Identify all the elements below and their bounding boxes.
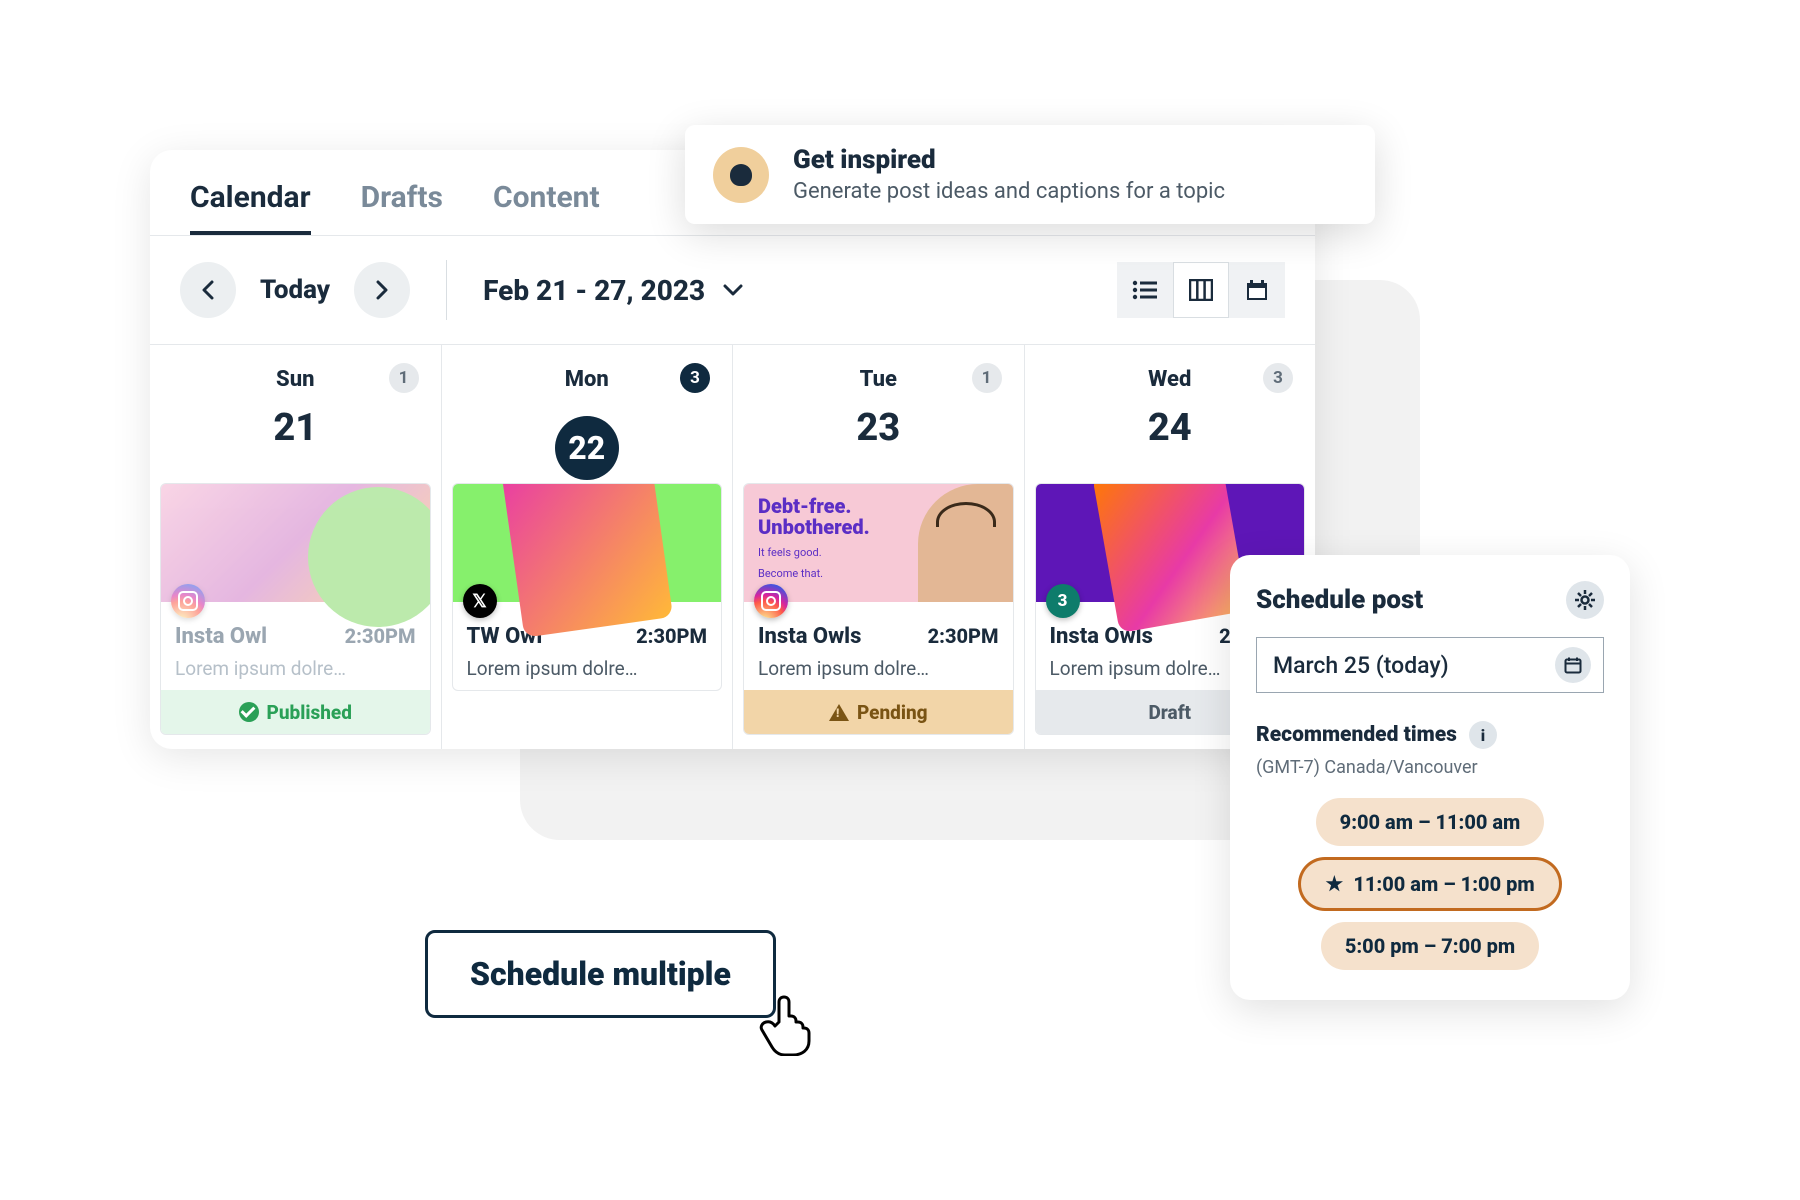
status-label: Published: [267, 701, 352, 724]
view-list-button[interactable]: [1117, 262, 1173, 318]
next-week-button[interactable]: [354, 262, 410, 318]
list-icon: [1132, 280, 1158, 300]
calendar-toolbar: Today Feb 21 - 27, 2023: [150, 235, 1315, 345]
day-header: 1 Sun 21: [150, 345, 441, 475]
status-badge: Pending: [744, 690, 1013, 734]
schedule-post-panel: Schedule post March 25 (today): [1230, 555, 1630, 1000]
view-month-button[interactable]: [1229, 262, 1285, 318]
date-picker-field[interactable]: March 25 (today): [1256, 637, 1604, 693]
tab-calendar[interactable]: Calendar: [190, 180, 311, 235]
post-thumbnail: 𝕏: [453, 484, 722, 602]
day-header: 1 Tue 23: [733, 345, 1024, 475]
schedule-panel-title: Schedule post: [1256, 585, 1423, 615]
day-post-count: 1: [972, 363, 1002, 393]
day-post-count: 3: [1263, 363, 1293, 393]
calendar-icon: [1245, 278, 1269, 302]
get-inspired-subtitle: Generate post ideas and captions for a t…: [793, 179, 1225, 204]
post-excerpt: Lorem ipsum dolre…: [175, 657, 416, 680]
day-number-today: 22: [555, 416, 619, 480]
tab-drafts[interactable]: Drafts: [361, 180, 443, 235]
status-badge: Published: [161, 690, 430, 734]
calendar-panel: Calendar Drafts Content Today Feb 21 - 2…: [150, 150, 1315, 749]
date-value: March 25 (today): [1273, 652, 1449, 679]
day-col-tue: 1 Tue 23 Debt-free. Unbothered. It feels…: [733, 345, 1025, 749]
post-time: 2:30PM: [345, 624, 416, 648]
calendar-icon: [1555, 647, 1591, 683]
chevron-down-icon: [723, 283, 743, 297]
time-slot[interactable]: 5:00 pm – 7:00 pm: [1321, 922, 1539, 970]
time-slot[interactable]: 9:00 am – 11:00 am: [1316, 798, 1545, 846]
date-range-picker[interactable]: Feb 21 - 27, 2023: [483, 274, 743, 307]
day-header: 3 Wed 24: [1025, 345, 1316, 475]
info-button[interactable]: i: [1469, 721, 1497, 749]
view-toggle: [1117, 262, 1285, 318]
day-number: 21: [150, 406, 441, 450]
week-columns: 1 Sun 21 Insta Owl 2:30PM Lorem ipsum do…: [150, 345, 1315, 749]
today-button[interactable]: Today: [260, 275, 330, 305]
day-col-mon: 3 Mon 22 𝕏 TW Owl 2:30PM Lorem ipsum dol…: [442, 345, 734, 749]
post-time: 2:30PM: [928, 624, 999, 648]
instagram-icon: [754, 584, 788, 618]
status-label: Pending: [857, 701, 928, 724]
thumb-subline: Become that.: [758, 567, 870, 580]
day-number: 23: [733, 406, 1024, 450]
post-thumbnail: Debt-free. Unbothered. It feels good. Be…: [744, 484, 1013, 602]
thumb-headline: Debt-free.: [758, 496, 870, 517]
tab-content[interactable]: Content: [493, 180, 600, 235]
multi-network-count: 3: [1046, 584, 1080, 618]
star-icon: [1325, 875, 1343, 893]
day-number: 24: [1025, 406, 1316, 450]
lightbulb-icon: [713, 147, 769, 203]
post-card[interactable]: 𝕏 TW Owl 2:30PM Lorem ipsum dolre…: [452, 483, 723, 691]
day-post-count: 1: [389, 363, 419, 393]
check-circle-icon: [239, 702, 259, 722]
post-card[interactable]: Insta Owl 2:30PM Lorem ipsum dolre… Publ…: [160, 483, 431, 735]
post-card[interactable]: Debt-free. Unbothered. It feels good. Be…: [743, 483, 1014, 735]
x-twitter-icon: 𝕏: [463, 584, 497, 618]
time-slot-list: 9:00 am – 11:00 am 11:00 am – 1:00 pm 5:…: [1256, 798, 1604, 970]
prev-week-button[interactable]: [180, 262, 236, 318]
post-excerpt: Lorem ipsum dolre…: [467, 657, 708, 680]
post-time: 2:30PM: [636, 624, 707, 648]
recommended-times-label: Recommended times i: [1256, 721, 1604, 749]
get-inspired-title: Get inspired: [793, 145, 1225, 175]
time-slot-selected[interactable]: 11:00 am – 1:00 pm: [1301, 860, 1558, 908]
day-col-sun: 1 Sun 21 Insta Owl 2:30PM Lorem ipsum do…: [150, 345, 442, 749]
cursor-hand-icon: [753, 988, 821, 1056]
post-account: Insta Owl: [175, 624, 267, 649]
status-label: Draft: [1148, 701, 1191, 724]
post-account: Insta Owls: [758, 624, 861, 649]
thumb-subline: It feels good.: [758, 546, 870, 559]
settings-button[interactable]: [1566, 581, 1604, 619]
post-thumbnail: [161, 484, 430, 602]
get-inspired-card[interactable]: Get inspired Generate post ideas and cap…: [685, 125, 1375, 224]
view-week-button[interactable]: [1173, 262, 1229, 318]
timezone-label: (GMT-7) Canada/Vancouver: [1256, 757, 1604, 778]
thumb-headline: Unbothered.: [758, 517, 870, 538]
instagram-icon: [171, 584, 205, 618]
separator: [446, 260, 447, 320]
day-header: 3 Mon 22: [442, 345, 733, 475]
schedule-multiple-button[interactable]: Schedule multiple: [425, 930, 776, 1018]
time-slot-label: 11:00 am – 1:00 pm: [1353, 872, 1534, 896]
gear-icon: [1575, 590, 1595, 610]
columns-icon: [1189, 279, 1213, 301]
day-post-count: 3: [680, 363, 710, 393]
post-excerpt: Lorem ipsum dolre…: [758, 657, 999, 680]
warning-icon: [829, 704, 849, 721]
date-range-label: Feb 21 - 27, 2023: [483, 274, 705, 307]
